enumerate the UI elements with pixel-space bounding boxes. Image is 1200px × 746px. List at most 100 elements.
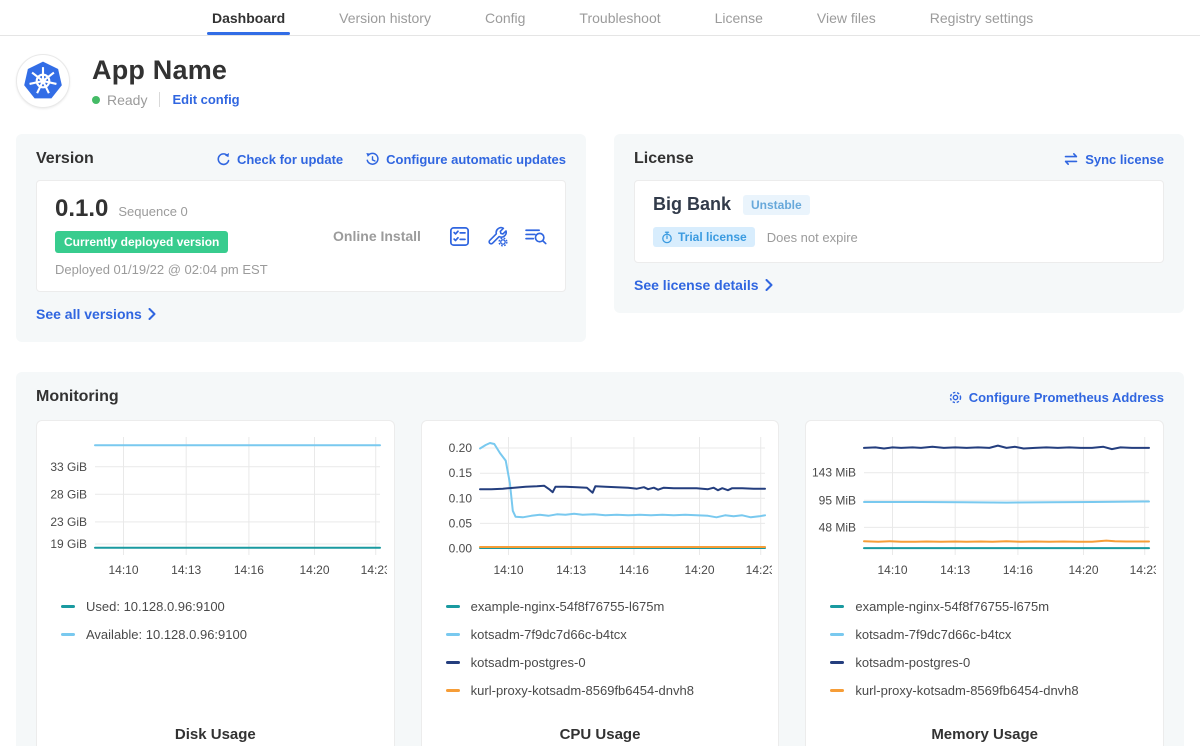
legend-dash-icon <box>446 689 460 692</box>
monitoring-section: Monitoring Configure Prometheus Address … <box>16 372 1184 746</box>
svg-text:19 GiB: 19 GiB <box>50 537 87 551</box>
deployed-badge: Currently deployed version <box>55 231 228 253</box>
tab-version-history[interactable]: Version history <box>312 0 458 35</box>
top-nav: DashboardVersion historyConfigTroublesho… <box>0 0 1200 36</box>
configure-prometheus-button[interactable]: Configure Prometheus Address <box>948 390 1164 405</box>
legend-label: kotsadm-7f9dc7d66c-b4tcx <box>471 627 627 642</box>
memory-usage-legend: example-nginx-54f8f76755-l675m kotsadm-7f… <box>830 599 1157 711</box>
charts-row: 33 GiB 28 GiB 23 GiB 19 GiB 14:10 14:13 14:16 1… <box>36 420 1164 746</box>
svg-text:23 GiB: 23 GiB <box>50 515 87 529</box>
legend-item: kotsadm-postgres-0 <box>446 655 773 670</box>
svg-text:33 GiB: 33 GiB <box>50 460 87 474</box>
svg-text:14:20: 14:20 <box>299 563 329 577</box>
legend-item: example-nginx-54f8f76755-l675m <box>446 599 773 614</box>
version-card: Version Check for update Configure autom… <box>16 134 586 342</box>
tab-registry-settings[interactable]: Registry settings <box>903 0 1060 35</box>
legend-label: kotsadm-7f9dc7d66c-b4tcx <box>855 627 1011 642</box>
legend-label: kurl-proxy-kotsadm-8569fb6454-dnvh8 <box>471 683 694 698</box>
stopwatch-icon <box>661 231 673 244</box>
svg-text:14:23: 14:23 <box>745 563 771 577</box>
tab-view-files[interactable]: View files <box>790 0 903 35</box>
legend-item: kotsadm-7f9dc7d66c-b4tcx <box>446 627 773 642</box>
license-card: License Sync license Big Bank Unstable <box>614 134 1184 313</box>
svg-text:14:20: 14:20 <box>1069 563 1099 577</box>
see-all-versions-link[interactable]: See all versions <box>36 306 156 322</box>
legend-label: kotsadm-postgres-0 <box>855 655 970 670</box>
license-customer-name: Big Bank <box>653 194 731 215</box>
sync-license-button[interactable]: Sync license <box>1063 152 1164 167</box>
deploy-logs-icon[interactable] <box>525 226 547 246</box>
monitoring-title: Monitoring <box>36 388 119 406</box>
disk-usage-legend: Used: 10.128.0.96:9100 Available: 10.128.… <box>61 599 388 655</box>
legend-label: Available: 10.128.0.96:9100 <box>86 627 247 642</box>
status-dot <box>92 96 100 104</box>
configure-automatic-updates-button[interactable]: Configure automatic updates <box>365 152 566 167</box>
svg-text:14:23: 14:23 <box>361 563 387 577</box>
chevron-right-icon <box>148 308 156 320</box>
svg-text:14:16: 14:16 <box>234 563 264 577</box>
tab-config[interactable]: Config <box>458 0 552 35</box>
deployed-timestamp: Deployed 01/19/22 @ 02:04 pm EST <box>55 262 305 277</box>
legend-dash-icon <box>830 689 844 692</box>
page-title: App Name <box>92 55 240 86</box>
svg-text:0.20: 0.20 <box>448 441 472 455</box>
svg-text:0.10: 0.10 <box>448 491 472 505</box>
gear-icon <box>948 390 963 405</box>
svg-text:0.00: 0.00 <box>448 542 472 556</box>
svg-text:0.05: 0.05 <box>448 516 472 530</box>
tab-license[interactable]: License <box>688 0 790 35</box>
legend-item: kurl-proxy-kotsadm-8569fb6454-dnvh8 <box>446 683 773 698</box>
version-title: Version <box>36 150 94 168</box>
app-header: App Name Ready Edit config <box>16 54 1184 108</box>
legend-dash-icon <box>830 633 844 636</box>
legend-item: kurl-proxy-kotsadm-8569fb6454-dnvh8 <box>830 683 1157 698</box>
divider <box>159 92 160 107</box>
svg-text:14:13: 14:13 <box>171 563 201 577</box>
svg-text:14:10: 14:10 <box>108 563 138 577</box>
memory-usage-plot: 143 MiB95 MiB48 MiB14:1014:1314:1614:201… <box>812 429 1156 587</box>
legend-label: kurl-proxy-kotsadm-8569fb6454-dnvh8 <box>855 683 1078 698</box>
see-license-details-link[interactable]: See license details <box>634 277 773 293</box>
install-type-label: Online Install <box>305 228 449 244</box>
config-wrench-icon[interactable] <box>487 226 508 247</box>
svg-text:28 GiB: 28 GiB <box>50 487 87 501</box>
svg-text:14:13: 14:13 <box>941 563 971 577</box>
tab-dashboard[interactable]: Dashboard <box>185 0 312 35</box>
legend-label: kotsadm-postgres-0 <box>471 655 586 670</box>
check-for-update-button[interactable]: Check for update <box>216 152 343 167</box>
legend-label: example-nginx-54f8f76755-l675m <box>855 599 1049 614</box>
trial-license-badge: Trial license <box>653 227 755 247</box>
legend-item: kotsadm-7f9dc7d66c-b4tcx <box>830 627 1157 642</box>
disk-usage-title: Disk Usage <box>43 726 388 746</box>
cpu-usage-chart-card: 0.200.150.100.050.0014:1014:1314:1614:20… <box>421 420 780 746</box>
legend-item: kotsadm-postgres-0 <box>830 655 1157 670</box>
app-logo <box>16 54 70 108</box>
svg-text:14:16: 14:16 <box>619 563 649 577</box>
version-number: 0.1.0 <box>55 195 108 223</box>
svg-text:14:20: 14:20 <box>684 563 714 577</box>
edit-config-link[interactable]: Edit config <box>172 92 239 107</box>
svg-text:48 MiB: 48 MiB <box>819 520 856 534</box>
cpu-usage-legend: example-nginx-54f8f76755-l675m kotsadm-7f… <box>446 599 773 711</box>
legend-item: Available: 10.128.0.96:9100 <box>61 627 388 642</box>
legend-dash-icon <box>61 605 75 608</box>
legend-item: Used: 10.128.0.96:9100 <box>61 599 388 614</box>
legend-item: example-nginx-54f8f76755-l675m <box>830 599 1157 614</box>
legend-dash-icon <box>446 633 460 636</box>
sync-arrows-icon <box>1063 152 1079 166</box>
svg-text:14:10: 14:10 <box>878 563 908 577</box>
memory-usage-title: Memory Usage <box>812 726 1157 746</box>
preflight-checks-icon[interactable] <box>449 226 470 247</box>
legend-label: example-nginx-54f8f76755-l675m <box>471 599 665 614</box>
version-sequence: Sequence 0 <box>118 204 187 219</box>
disk-usage-plot: 33 GiB 28 GiB 23 GiB 19 GiB 14:10 14:13 14:16 1… <box>43 429 387 587</box>
channel-badge: Unstable <box>743 195 810 215</box>
tab-troubleshoot[interactable]: Troubleshoot <box>552 0 687 35</box>
kubernetes-logo-icon <box>22 60 64 102</box>
legend-dash-icon <box>830 605 844 608</box>
svg-text:14:16: 14:16 <box>1003 563 1033 577</box>
schedule-clock-icon <box>365 152 380 167</box>
refresh-icon <box>216 152 231 167</box>
chevron-right-icon <box>765 279 773 291</box>
license-expiry: Does not expire <box>767 230 858 245</box>
